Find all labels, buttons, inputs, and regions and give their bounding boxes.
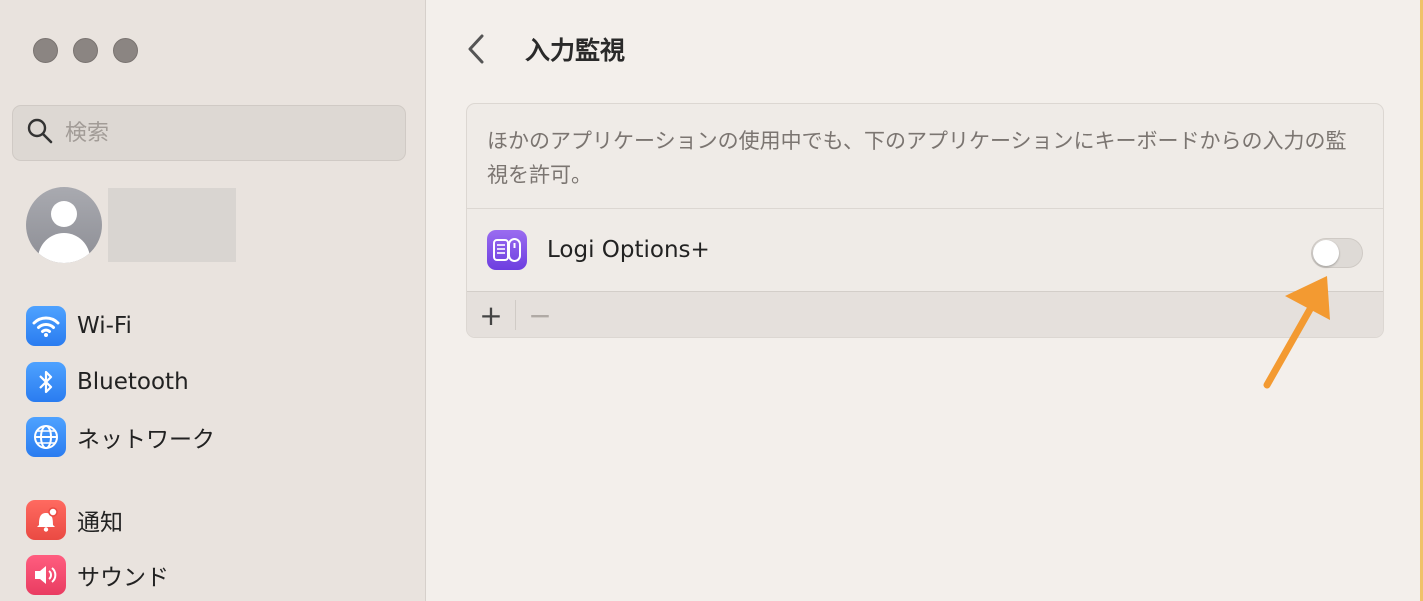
- redacted-username: [108, 188, 236, 262]
- logi-options-app-icon: [487, 230, 527, 270]
- close-window-button[interactable]: [33, 38, 58, 63]
- page-header: 入力監視: [466, 30, 625, 68]
- bluetooth-icon: [26, 362, 66, 402]
- remove-app-button[interactable]: −: [516, 292, 564, 337]
- sidebar: Wi-Fi Bluetooth ネットワーク: [0, 0, 426, 601]
- sidebar-item-label: Bluetooth: [77, 369, 189, 395]
- sidebar-item-label: ネットワーク: [77, 427, 215, 453]
- speaker-icon: [26, 555, 66, 595]
- avatar: [26, 187, 102, 263]
- bell-icon: [26, 500, 66, 540]
- page-title: 入力監視: [525, 36, 626, 65]
- back-button[interactable]: [466, 30, 490, 68]
- sidebar-item-wifi[interactable]: Wi-Fi: [26, 305, 132, 347]
- annotation-arrow-icon: [1263, 276, 1330, 389]
- sidebar-item-sound[interactable]: サウンド: [26, 554, 169, 596]
- sidebar-item-network[interactable]: ネットワーク: [26, 416, 215, 458]
- toggle-knob: [1313, 240, 1339, 266]
- description-text: ほかのアプリケーションの使用中でも、下のアプリケーションにキーボードからの入力の…: [467, 104, 1383, 209]
- wifi-icon: [26, 306, 66, 346]
- window-controls: [33, 38, 138, 63]
- app-row[interactable]: Logi Options+: [467, 209, 1383, 292]
- input-monitoring-card: ほかのアプリケーションの使用中でも、下のアプリケーションにキーボードからの入力の…: [466, 103, 1384, 338]
- sidebar-item-bluetooth[interactable]: Bluetooth: [26, 361, 189, 403]
- globe-icon: [26, 417, 66, 457]
- sidebar-item-label: 通知: [77, 510, 123, 536]
- app-name: Logi Options+: [547, 237, 710, 263]
- list-toolbar: + −: [467, 292, 1383, 337]
- settings-window: Wi-Fi Bluetooth ネットワーク: [0, 0, 1423, 601]
- app-permission-toggle[interactable]: [1311, 238, 1363, 268]
- chevron-left-icon: [468, 34, 484, 64]
- sidebar-item-notifications[interactable]: 通知: [26, 499, 123, 541]
- sidebar-item-label: サウンド: [77, 565, 169, 591]
- search-icon: [27, 118, 53, 148]
- sidebar-item-label: Wi-Fi: [77, 313, 132, 339]
- add-app-button[interactable]: +: [467, 292, 515, 337]
- minimize-window-button[interactable]: [73, 38, 98, 63]
- user-profile[interactable]: [26, 187, 236, 263]
- search-box[interactable]: [12, 105, 406, 161]
- search-input[interactable]: [65, 120, 365, 146]
- zoom-window-button[interactable]: [113, 38, 138, 63]
